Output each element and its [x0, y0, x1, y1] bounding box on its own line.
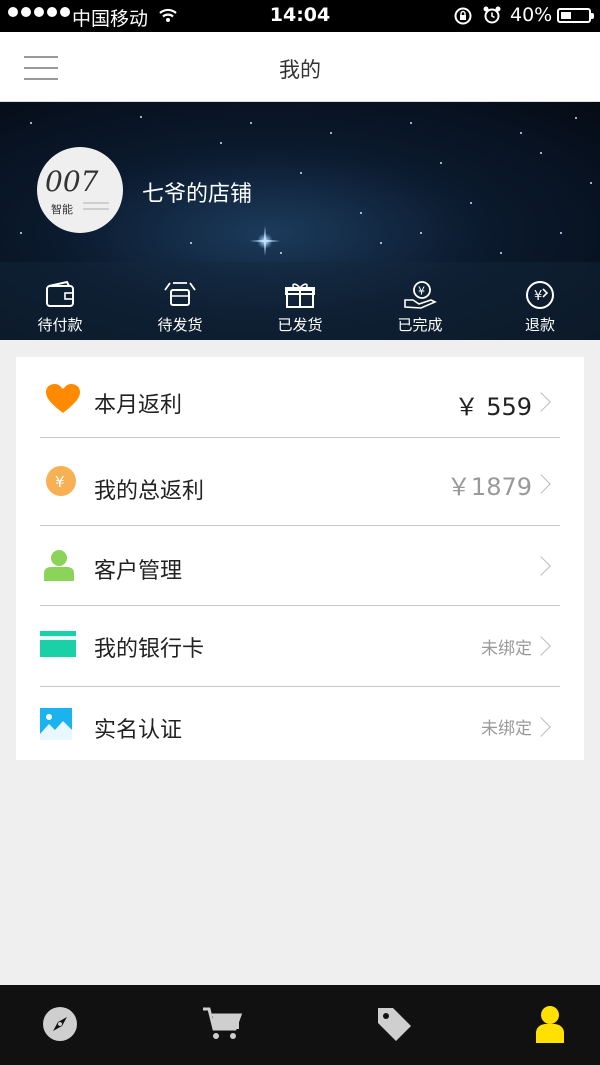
star: [590, 182, 592, 184]
bottom-tab-bar: [0, 985, 600, 1065]
order-completed[interactable]: ¥ 已完成: [360, 262, 480, 340]
row-monthly-rebate[interactable]: 本月返利 ￥ 559: [16, 361, 584, 441]
hand-money-icon: ¥: [404, 281, 437, 309]
order-label: 待付款: [37, 316, 83, 334]
tab-tags[interactable]: [334, 985, 454, 1065]
star: [380, 242, 382, 244]
star: [190, 242, 192, 244]
star: [575, 117, 577, 119]
star: [300, 172, 302, 174]
star: [330, 132, 332, 134]
status-bar: 中国移动 14:04 40%: [0, 0, 600, 32]
refund-icon: ¥: [526, 281, 554, 309]
tag-icon: [378, 1008, 411, 1041]
order-refund[interactable]: ¥ 退款: [480, 262, 600, 340]
image-icon: [40, 708, 72, 740]
row-real-name-verification[interactable]: 实名认证 未绑定: [16, 686, 584, 766]
star: [420, 232, 422, 234]
order-label: 待发货: [157, 316, 203, 334]
svg-text:¥: ¥: [418, 285, 425, 298]
chevron-right-icon: [531, 556, 551, 576]
verification-status: 未绑定: [481, 719, 532, 739]
user-icon: [44, 550, 74, 581]
star: [500, 252, 502, 254]
alarm-icon: [482, 5, 502, 30]
star: [360, 212, 362, 214]
avatar-logo-subtext: 智能: [51, 202, 73, 216]
order-pending-shipment[interactable]: 待发货: [120, 262, 240, 340]
star: [470, 202, 472, 204]
row-customer-management[interactable]: 客户管理: [16, 525, 584, 605]
order-label: 已发货: [277, 316, 323, 334]
bank-card-status: 未绑定: [481, 639, 532, 659]
order-label: 退款: [524, 316, 555, 334]
chevron-right-icon: [531, 474, 551, 494]
star: [540, 152, 542, 154]
divider: [40, 437, 560, 438]
star: [410, 122, 412, 124]
star: [250, 122, 252, 124]
row-label: 我的总返利: [94, 479, 205, 504]
total-rebate-value: ￥1879: [446, 473, 532, 501]
compass-icon: [43, 1007, 77, 1041]
page-title: 我的: [279, 58, 321, 82]
star: [440, 162, 442, 164]
row-label: 本月返利: [94, 393, 183, 418]
settings-list: 本月返利 ￥ 559 ¥ 我的总返利 ￥1879 客户管理 我的银行卡 未绑定 …: [16, 357, 584, 760]
card-icon: [40, 631, 76, 657]
chevron-right-icon: [531, 392, 551, 412]
heart-icon: [46, 384, 80, 413]
order-label: 已完成: [397, 316, 443, 334]
person-icon: [536, 1006, 564, 1043]
tab-discover[interactable]: [0, 985, 120, 1065]
battery-icon: [557, 8, 594, 23]
star: [520, 132, 522, 134]
star: [220, 142, 222, 144]
row-bank-card[interactable]: 我的银行卡 未绑定: [16, 605, 584, 685]
order-status-bar: 待付款 待发货 已发货 ¥ 已完成 ¥ 退款: [0, 262, 600, 340]
profile-header: 007 智能 七爷的店铺 待付款 待发货 已发货 ¥ 已完成 ¥ 退款: [0, 102, 600, 340]
order-shipped[interactable]: 已发货: [240, 262, 360, 340]
avatar-logo-text: 007: [45, 165, 99, 198]
chevron-right-icon: [531, 717, 551, 737]
navigation-bar: 我的: [0, 32, 600, 102]
rotation-lock-icon: [453, 6, 473, 31]
tab-profile[interactable]: [490, 985, 600, 1065]
wallet-icon: [46, 280, 74, 307]
box-icon: [164, 282, 196, 306]
coin-icon: ¥: [46, 466, 76, 496]
star: [30, 122, 32, 124]
chevron-right-icon: [531, 636, 551, 656]
star: [560, 232, 562, 234]
row-total-rebate[interactable]: ¥ 我的总返利 ￥1879: [16, 443, 584, 523]
tab-cart[interactable]: [160, 985, 280, 1065]
battery-percentage: 40%: [510, 4, 553, 26]
star: [20, 232, 22, 234]
row-label: 我的银行卡: [94, 637, 205, 662]
order-pending-payment[interactable]: 待付款: [0, 262, 120, 340]
svg-text:¥: ¥: [534, 289, 542, 304]
row-label: 客户管理: [94, 559, 183, 584]
row-label: 实名认证: [94, 718, 183, 743]
gift-icon: [285, 283, 315, 308]
monthly-rebate-value: ￥ 559: [454, 393, 532, 421]
shop-name: 七爷的店铺: [142, 182, 253, 207]
svg-text:¥: ¥: [55, 473, 65, 491]
bright-star-icon: [250, 226, 280, 256]
star: [140, 116, 142, 118]
avatar[interactable]: 007 智能: [37, 147, 123, 233]
cart-icon: [203, 1007, 243, 1039]
